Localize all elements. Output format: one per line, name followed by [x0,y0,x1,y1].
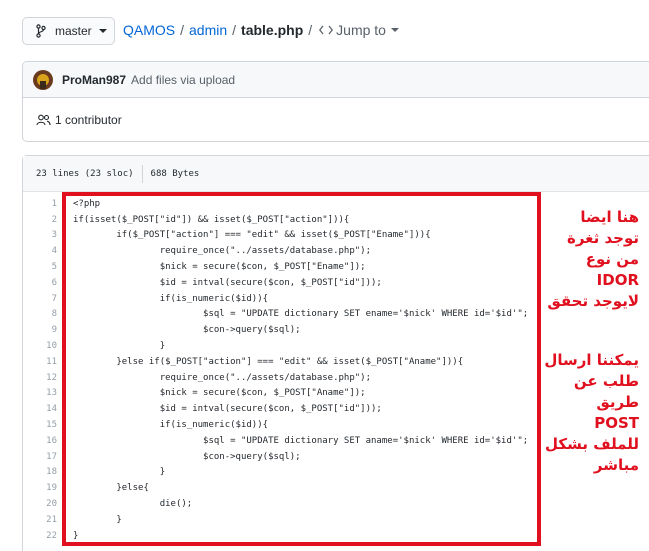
code-text: $con->query($sql); [73,325,301,336]
annotation-vulnerability: هنا ايضا توجد ثغرة من نوع IDOR لايوجد تح… [531,207,639,312]
commit-message[interactable]: Add files via upload [131,73,235,87]
line-number[interactable]: 22 [23,531,57,541]
code-text: if(isset($_POST["id"]) && isset($_POST["… [73,214,350,225]
code-text: }else{ [73,483,149,494]
code-line: 19 }else{ [23,480,649,496]
code-text: }else if($_POST["action"] === "edit" && … [73,356,464,367]
code-text: $con->query($sql); [73,451,301,462]
code-line: 21 } [23,512,649,528]
line-number[interactable]: 14 [23,404,57,414]
line-number[interactable]: 17 [23,452,57,462]
code-text: } [73,341,166,352]
jump-to-button[interactable]: Jump to [319,22,399,38]
line-number[interactable]: 4 [23,246,57,256]
chevron-down-icon [98,29,107,33]
code-line: 22} [23,528,649,544]
line-number[interactable]: 3 [23,230,57,240]
code-text: if(is_numeric($id)){ [73,420,269,431]
breadcrumb-repo-link[interactable]: QAMOS [123,22,175,38]
code-text: require_once("../assets/database.php"); [73,372,372,383]
breadcrumb-separator: / [308,22,313,38]
line-number[interactable]: 21 [23,515,57,525]
breadcrumb: QAMOS / admin / table.php / Jump to [123,22,399,38]
line-number[interactable]: 6 [23,278,57,288]
line-number[interactable]: 13 [23,388,57,398]
code-text: require_once("../assets/database.php"); [73,246,372,257]
annotation-line: للملف بشكل [544,435,639,453]
line-number[interactable]: 20 [23,499,57,509]
code-text: $sql = "UPDATE dictionary SET ename='$ni… [73,309,529,320]
code-text: } [73,530,79,541]
branch-select-button[interactable]: master [22,17,115,45]
annotation-line: هنا ايضا [580,208,639,226]
annotation-line: توجد ثغرة [566,229,639,247]
breadcrumb-folder-link[interactable]: admin [189,22,227,38]
latest-commit-bar: ProMan987 Add files via upload [23,62,649,98]
chevron-down-icon [390,28,399,32]
line-number[interactable]: 8 [23,309,57,319]
line-number[interactable]: 18 [23,467,57,477]
code-text: } [73,514,122,525]
code-text: $nick = secure($con, $_POST["Aname"]); [73,388,366,399]
contributors-bar: 1 contributor [23,98,649,141]
avatar[interactable] [33,69,53,90]
line-number[interactable]: 16 [23,436,57,446]
line-number[interactable]: 1 [23,199,57,209]
annotation-line: مباشر [593,456,639,474]
line-number[interactable]: 15 [23,420,57,430]
code-line: 20 die(); [23,496,649,512]
people-icon [36,114,51,125]
code-text: } [73,467,166,478]
line-number[interactable]: 2 [23,215,57,225]
line-number[interactable]: 7 [23,294,57,304]
code-text: <?php [73,198,101,209]
code-text: $id = intval(secure($con, $_POST["id"]))… [73,404,382,415]
commit-info-box: ProMan987 Add files via upload 1 contrib… [22,61,649,142]
line-number[interactable]: 10 [23,341,57,351]
breadcrumb-separator: / [232,22,237,38]
annotation-line: طلب عن طريق [573,372,639,411]
git-branch-icon [36,24,46,38]
line-number[interactable]: 9 [23,325,57,335]
code-text: $nick = secure($con, $_POST["Ename"]); [73,262,366,273]
line-number[interactable]: 12 [23,373,57,383]
line-number[interactable]: 19 [23,483,57,493]
annotation-line: يمكننا ارسال [544,351,639,369]
code-text: die(); [73,499,193,510]
annotation-exploit: يمكننا ارسال طلب عن طريق POST للملف بشكل… [531,350,639,476]
contributors-count[interactable]: 1 contributor [55,113,122,127]
line-number[interactable]: 11 [23,357,57,367]
breadcrumb-file-name: table.php [241,22,304,38]
file-size: 688 Bytes [150,168,200,179]
breadcrumb-separator: / [180,22,185,38]
code-text: $sql = "UPDATE dictionary SET aname='$ni… [73,435,529,446]
commit-author[interactable]: ProMan987 [62,73,126,87]
code-line: 9 $con->query($sql); [23,322,649,338]
jump-to-label: Jump to [336,22,386,38]
line-number[interactable]: 5 [23,262,57,272]
header-divider [141,164,143,183]
annotation-line: لايوجد تحقق [547,292,639,310]
code-icon [319,25,334,35]
annotation-line: POST [594,414,639,432]
file-header: 23 lines (23 sloc) 688 Bytes [23,156,649,192]
file-line-count: 23 lines (23 sloc) [36,168,134,179]
annotation-line: IDOR [596,271,639,289]
annotation-line: من نوع [585,250,639,268]
code-text: if($_POST["action"] === "edit" && isset(… [73,230,431,241]
code-text: if(is_numeric($id)){ [73,293,269,304]
code-text: $id = intval(secure($con, $_POST["id"]))… [73,277,382,288]
branch-name: master [55,24,92,38]
